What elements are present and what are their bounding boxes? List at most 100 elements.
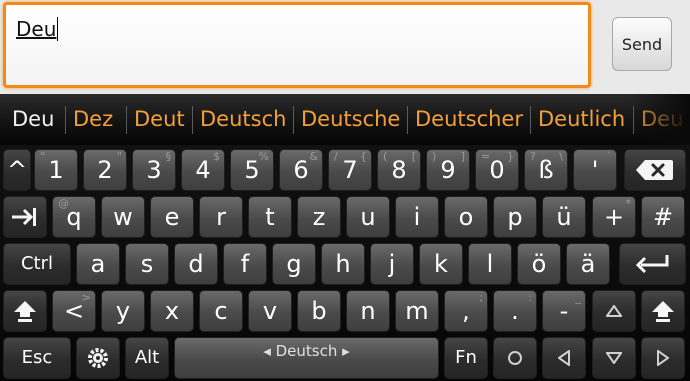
key-y[interactable]: y — [101, 290, 145, 332]
key-5[interactable]: 5% — [230, 149, 274, 191]
key-m[interactable]: m — [395, 290, 439, 332]
key-label: y — [115, 297, 131, 325]
suggestion-item[interactable]: Deu — [12, 94, 54, 145]
key-u[interactable]: u — [346, 196, 390, 238]
key-x[interactable]: x — [150, 290, 194, 332]
key-sz[interactable]: ß? \ — [524, 149, 568, 191]
key-settings[interactable] — [76, 337, 120, 379]
key-0[interactable]: 0 =} — [475, 149, 519, 191]
key-label: 6 — [293, 156, 309, 184]
key-fn[interactable]: Fn — [444, 337, 488, 379]
key-label: 8 — [391, 156, 407, 184]
key-9[interactable]: 9)] — [426, 149, 470, 191]
key-lt[interactable]: < > — [52, 290, 96, 332]
key-oe[interactable]: ö — [517, 243, 561, 285]
key-z[interactable]: z — [297, 196, 341, 238]
suggestion-item[interactable]: Deutsch — [200, 94, 286, 145]
backspace-icon — [635, 158, 675, 182]
key-r[interactable]: r — [199, 196, 243, 238]
key-l[interactable]: l — [468, 243, 512, 285]
key-v[interactable]: v — [248, 290, 292, 332]
key-tab[interactable] — [3, 196, 47, 238]
suggestion-item[interactable]: Deutscher — [415, 94, 523, 145]
message-input[interactable]: Deu — [3, 2, 591, 88]
key-2[interactable]: 2 " — [83, 149, 127, 191]
key-3[interactable]: 3 § — [132, 149, 176, 191]
key-comma[interactable]: ,; — [444, 290, 488, 332]
key-s[interactable]: s — [125, 243, 169, 285]
key-label: f — [240, 250, 250, 278]
key-backspace[interactable] — [624, 149, 686, 191]
key-minus[interactable]: - _ — [542, 290, 586, 332]
key-g[interactable]: g — [272, 243, 316, 285]
key-7[interactable]: 7 / { — [328, 149, 372, 191]
key-d[interactable]: d — [174, 243, 218, 285]
key-hint: ] — [460, 150, 465, 163]
shift-icon — [650, 299, 676, 323]
key-ctrl[interactable]: Ctrl — [3, 243, 71, 285]
key-ue[interactable]: ü — [542, 196, 586, 238]
key-shift-right[interactable] — [641, 290, 685, 332]
key-space[interactable]: ◂ Deutsch ▸ — [174, 337, 439, 379]
send-button[interactable]: Send — [612, 17, 672, 71]
key-shift-left[interactable] — [3, 290, 47, 332]
key-right[interactable] — [641, 337, 685, 379]
key-label: r — [216, 203, 226, 231]
key-ae[interactable]: ä — [566, 243, 610, 285]
key-j[interactable]: j — [370, 243, 414, 285]
key-hint: = — [481, 150, 491, 163]
key-label: d — [188, 250, 204, 278]
key-a[interactable]: a — [76, 243, 120, 285]
key-label: , — [462, 297, 470, 325]
key-apos[interactable]: ' ` — [573, 149, 617, 191]
key-c[interactable]: c — [199, 290, 243, 332]
key-4[interactable]: 4 $ — [181, 149, 225, 191]
key-alt[interactable]: Alt — [125, 337, 169, 379]
key-t[interactable]: t — [248, 196, 292, 238]
key-o[interactable]: o — [444, 196, 488, 238]
key-label: k — [434, 250, 448, 278]
key-home[interactable] — [493, 337, 537, 379]
key-q[interactable]: q @ — [52, 196, 96, 238]
key-n[interactable]: n — [346, 290, 390, 332]
suggestion-item[interactable]: Deut — [134, 94, 185, 145]
key-label: 7 — [342, 156, 358, 184]
key-k[interactable]: k — [419, 243, 463, 285]
key-label: w — [113, 203, 133, 231]
key-e[interactable]: e — [150, 196, 194, 238]
tab-icon — [10, 206, 40, 228]
key-label: 9 — [440, 156, 456, 184]
key-b[interactable]: b — [297, 290, 341, 332]
key-plus[interactable]: + * — [592, 196, 636, 238]
arrow-right-icon — [657, 350, 669, 366]
key-left[interactable] — [542, 337, 586, 379]
key-8[interactable]: 8([ — [377, 149, 421, 191]
key-label: ß — [538, 156, 554, 184]
suggestion-item[interactable]: Dez — [73, 94, 113, 145]
key-1[interactable]: 1 ° — [34, 149, 78, 191]
key-i[interactable]: i — [395, 196, 439, 238]
suggestion-item[interactable]: Deutsche — [301, 94, 400, 145]
key-label: 3 — [146, 156, 162, 184]
key-label: + — [603, 203, 625, 231]
arrow-up-icon — [606, 305, 622, 317]
key-esc[interactable]: Esc — [3, 337, 71, 379]
key-h[interactable]: h — [321, 243, 365, 285]
suggestion-divider — [192, 106, 193, 134]
key-label: l — [486, 250, 494, 278]
composing-word: Deu — [16, 17, 57, 41]
key-f[interactable]: f — [223, 243, 267, 285]
key-enter[interactable] — [619, 243, 686, 285]
key-w[interactable]: w — [101, 196, 145, 238]
key-label: u — [360, 203, 376, 231]
key-label: 0 — [489, 156, 505, 184]
key-hash[interactable]: # — [641, 196, 685, 238]
key-6[interactable]: 6 & — [279, 149, 323, 191]
suggestion-item[interactable]: Deutlich — [538, 94, 625, 145]
key-caret[interactable]: ^ — [3, 149, 31, 191]
key-p[interactable]: p — [493, 196, 537, 238]
key-dot[interactable]: .: — [493, 290, 537, 332]
suggestion-bar: Deu Dez Deut Deutsch Deutsche Deutscher Deutli… — [0, 94, 690, 145]
key-up[interactable] — [592, 290, 636, 332]
key-down[interactable] — [592, 337, 636, 379]
